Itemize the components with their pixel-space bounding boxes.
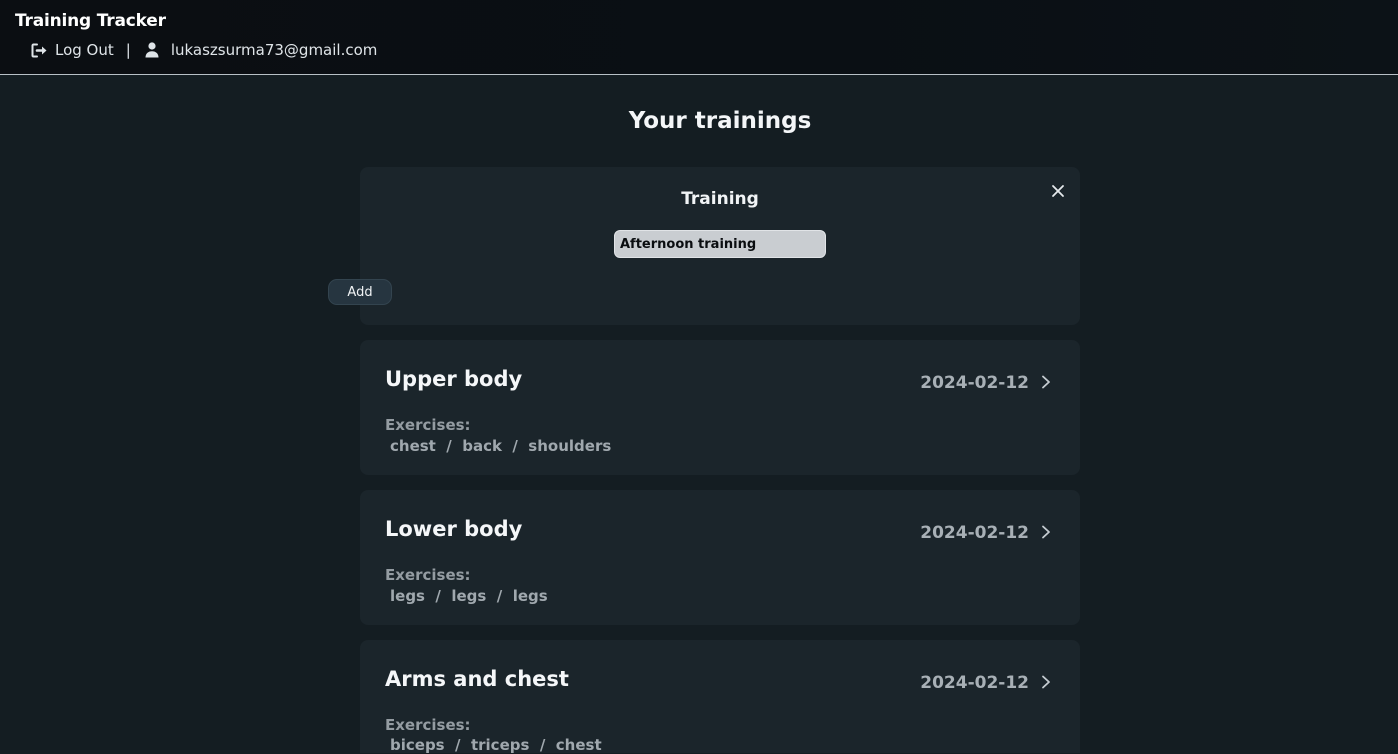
logout-icon [31,43,47,57]
user-info: lukaszsurma73@gmail.com [145,41,378,59]
exercises-label: Exercises: [385,566,471,584]
logout-link[interactable]: Log Out [31,41,114,59]
training-form-panel: Training [360,167,1080,325]
training-date: 2024-02-12 [920,373,1029,393]
training-title: Upper body [385,367,523,391]
exercises-label: Exercises: [385,716,471,734]
training-card-arms-and-chest[interactable]: Arms and chest 2024-02-12 Exercises: bic… [360,640,1080,754]
exercises-list: biceps / triceps / chest [390,736,602,754]
chevron-right-icon[interactable] [1040,674,1052,690]
training-card-lower-body[interactable]: Lower body 2024-02-12 Exercises: legs / … [360,490,1080,625]
user-icon [145,42,159,58]
training-date: 2024-02-12 [920,673,1029,693]
app-title[interactable]: Training Tracker [15,11,166,31]
exercises-list: chest / back / shoulders [390,437,612,455]
training-title: Lower body [385,517,523,541]
add-button[interactable]: Add [328,279,392,305]
user-email: lukaszsurma73@gmail.com [170,41,378,59]
form-title: Training [681,189,759,209]
logout-label: Log Out [55,41,114,59]
exercises-list: legs / legs / legs [390,587,548,605]
close-icon[interactable] [1050,183,1066,199]
separator: | [125,41,131,59]
chevron-right-icon[interactable] [1040,374,1052,390]
top-navbar: Training Tracker Log Out | lukaszsurma73… [0,0,1398,75]
chevron-right-icon[interactable] [1040,524,1052,540]
training-title: Arms and chest [385,667,569,691]
exercises-label: Exercises: [385,416,471,434]
training-date: 2024-02-12 [920,523,1029,543]
training-name-input[interactable] [614,230,826,258]
user-bar: Log Out | lukaszsurma73@gmail.com [31,40,377,60]
training-card-upper-body[interactable]: Upper body 2024-02-12 Exercises: chest /… [360,340,1080,475]
page-title: Your trainings [628,108,812,134]
